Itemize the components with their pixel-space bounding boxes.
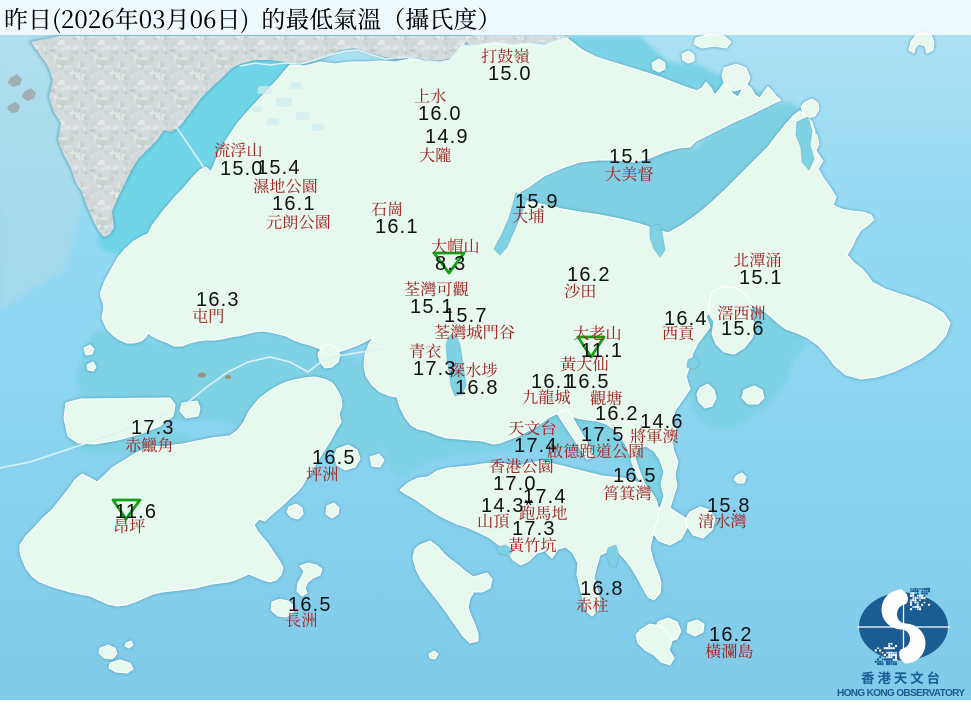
svg-text:16.5: 16.5 [312, 447, 356, 469]
svg-text:15.6: 15.6 [721, 318, 765, 340]
svg-text:11.6: 11.6 [115, 501, 157, 523]
svg-text:16.1: 16.1 [375, 216, 419, 238]
svg-text:17.3: 17.3 [413, 358, 457, 380]
svg-text:17.4: 17.4 [523, 486, 567, 508]
svg-text:14.9: 14.9 [425, 126, 469, 148]
svg-text:17.4: 17.4 [514, 435, 558, 457]
svg-text:15.8: 15.8 [707, 495, 751, 517]
svg-text:11.1: 11.1 [581, 340, 623, 362]
svg-text:15.0: 15.0 [488, 63, 532, 85]
svg-text:16.5: 16.5 [613, 465, 657, 487]
svg-text:16.8: 16.8 [455, 377, 499, 399]
svg-text:16.2: 16.2 [567, 264, 611, 286]
svg-text:16.3: 16.3 [196, 289, 240, 311]
svg-text:16.0: 16.0 [418, 103, 462, 125]
svg-text:16.8: 16.8 [580, 578, 624, 600]
svg-text:17.5: 17.5 [581, 424, 625, 446]
svg-text:15.7: 15.7 [444, 305, 488, 327]
svg-text:15.9: 15.9 [515, 191, 559, 213]
svg-text:15.1: 15.1 [609, 146, 653, 168]
svg-text:17.3: 17.3 [512, 518, 556, 540]
svg-text:16.4: 16.4 [664, 308, 708, 330]
svg-text:15.1: 15.1 [739, 267, 783, 289]
svg-text:16.2: 16.2 [595, 403, 639, 425]
svg-text:17.3: 17.3 [131, 417, 175, 439]
svg-text:16.2: 16.2 [709, 624, 753, 646]
svg-text:HONG KONG OBSERVATORY: HONG KONG OBSERVATORY [837, 688, 965, 699]
svg-text:15.4: 15.4 [257, 157, 301, 179]
svg-text:14.6: 14.6 [640, 411, 684, 433]
svg-text:16.5: 16.5 [288, 594, 332, 616]
svg-text:8.3: 8.3 [435, 253, 466, 275]
svg-text:16.1: 16.1 [272, 193, 316, 215]
svg-text:16.1: 16.1 [531, 371, 575, 393]
